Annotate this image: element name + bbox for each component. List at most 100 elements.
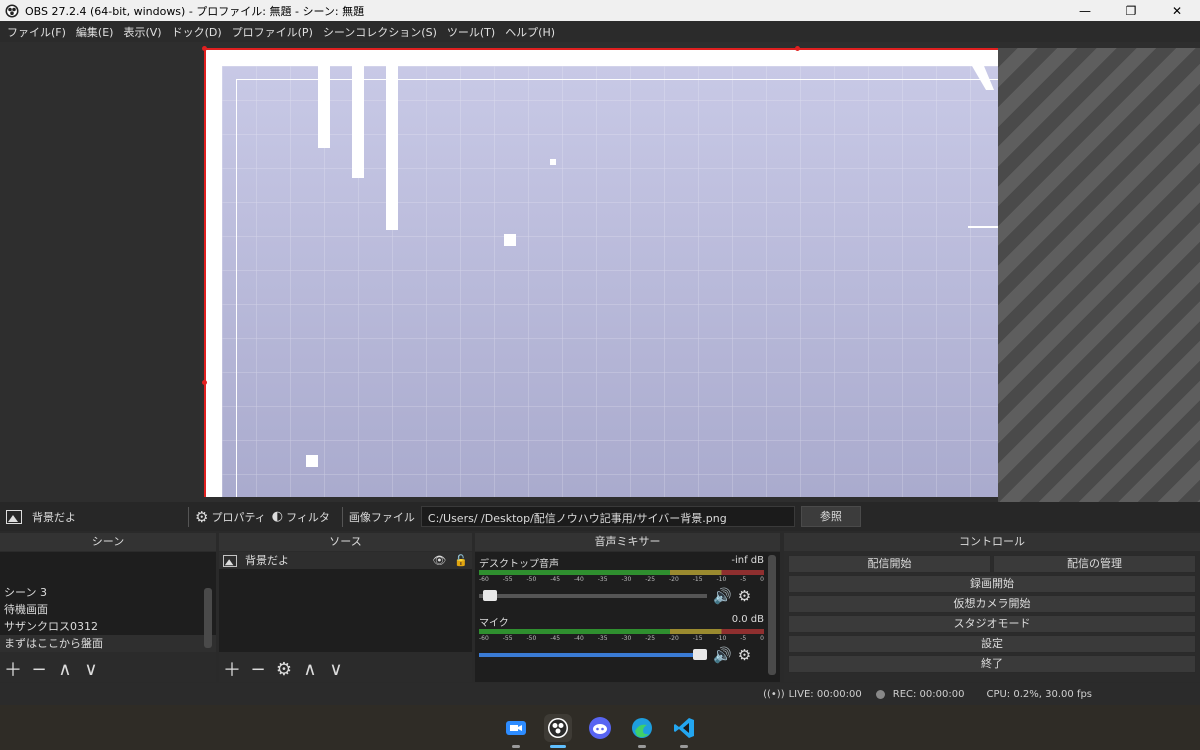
menu-file[interactable]: ファイル(F): [2, 24, 71, 40]
image-path-field[interactable]: C:/Users/ /Desktop/配信ノウハウ記事用/サイバー背景.png: [420, 506, 795, 527]
start-virtual-camera-button[interactable]: 仮想カメラ開始: [788, 595, 1196, 613]
move-scene-up-button[interactable]: ∧: [56, 659, 74, 680]
gear-icon[interactable]: ⚙: [738, 587, 751, 605]
divider: [341, 506, 343, 527]
source-properties-button[interactable]: ⚙: [275, 659, 293, 680]
scene-item[interactable]: シーン 3: [0, 584, 216, 601]
mixer-channel-mic: マイク 0.0 dB -60 -55 -50 -45 -40 -35 -30 -25 -20 -1…: [479, 614, 764, 664]
remove-source-button[interactable]: −: [249, 659, 267, 680]
record-dot-icon: [875, 689, 885, 699]
gear-icon[interactable]: ⚙: [738, 646, 751, 664]
channel-name: デスクトップ音声: [479, 559, 559, 570]
volume-fader[interactable]: [479, 590, 707, 601]
volume-fader[interactable]: [479, 649, 707, 660]
eye-icon[interactable]: 👁: [432, 552, 446, 569]
channel-name: マイク: [479, 618, 509, 629]
tick: -30: [621, 576, 632, 583]
menu-tools[interactable]: ツール(T): [442, 24, 500, 40]
studio-mode-button[interactable]: スタジオモード: [788, 615, 1196, 633]
browse-button[interactable]: 参照: [800, 506, 861, 527]
image-source-icon: [6, 509, 22, 524]
speaker-icon[interactable]: 🔊: [713, 587, 732, 605]
audio-mixer-dock: 音声ミキサー デスクトップ音声 -inf dB -60 -55 -50 -45 -40-…: [475, 533, 780, 682]
taskbar: [0, 705, 1200, 750]
lock-icon[interactable]: 🔓: [454, 552, 468, 569]
move-source-down-button[interactable]: ∨: [327, 659, 345, 680]
background-image: [222, 66, 998, 497]
obs-icon[interactable]: [544, 713, 572, 748]
background-frame-line: [236, 79, 998, 497]
background-square: [550, 159, 556, 165]
add-source-button[interactable]: ＋: [223, 660, 241, 681]
tick: -10: [716, 635, 727, 642]
mixer-channel-desktop: デスクトップ音声 -inf dB -60 -55 -50 -45 -40 -35 -30 -2…: [479, 555, 764, 605]
background-bar: [352, 66, 364, 178]
scene-item[interactable]: 待機画面: [0, 601, 216, 618]
start-recording-button[interactable]: 録画開始: [788, 575, 1196, 593]
move-source-up-button[interactable]: ∧: [301, 659, 319, 680]
tick: -45: [550, 635, 561, 642]
resize-handle[interactable]: [202, 380, 207, 385]
fader-knob[interactable]: [483, 590, 498, 601]
volume-meter: [479, 629, 764, 634]
restore-button[interactable]: ❐: [1108, 0, 1154, 21]
image-source-icon: [223, 554, 237, 567]
source-item[interactable]: 背景だよ 👁 🔓: [219, 552, 472, 569]
tick: -15: [692, 576, 703, 583]
menu-scene-collection[interactable]: シーンコレクション(S): [318, 24, 442, 40]
mixer-body: デスクトップ音声 -inf dB -60 -55 -50 -45 -40 -35 -30 -2…: [475, 552, 780, 682]
menu-view[interactable]: 表示(V): [118, 24, 166, 40]
resize-handle[interactable]: [202, 46, 207, 51]
move-scene-down-button[interactable]: ∨: [82, 659, 100, 680]
speaker-icon[interactable]: 🔊: [713, 646, 732, 664]
start-streaming-button[interactable]: 配信開始: [788, 555, 991, 573]
scenes-dock: シーン シーン 3 待機画面 サザンクロス0312 まずはここから盤面 ＋ − …: [0, 533, 216, 682]
scenes-list-spacer: [0, 552, 216, 584]
remove-scene-button[interactable]: −: [30, 659, 48, 680]
preview-out-of-bounds: [998, 48, 1200, 502]
fader-knob[interactable]: [693, 649, 707, 660]
preview-canvas[interactable]: [204, 48, 998, 497]
menu-profile[interactable]: プロファイル(P): [227, 24, 318, 40]
menu-docks[interactable]: ドック(D): [167, 24, 227, 40]
sources-dock: ソース 背景だよ 👁 🔓 ＋ − ⚙ ∧ ∨: [219, 533, 472, 682]
sources-dock-title: ソース: [219, 533, 472, 551]
minimize-button[interactable]: —: [1062, 0, 1108, 21]
preview-area[interactable]: [0, 42, 1200, 502]
title-bar: OBS 27.2.4 (64-bit, windows) - プロファイル: 無…: [0, 0, 1200, 21]
tick: -60: [479, 576, 489, 583]
edge-icon[interactable]: [628, 714, 656, 748]
menu-help[interactable]: ヘルプ(H): [500, 24, 560, 40]
properties-button[interactable]: ⚙ プロパティ: [195, 508, 266, 526]
mixer-scrollbar[interactable]: [768, 555, 776, 675]
settings-button[interactable]: 設定: [788, 635, 1196, 653]
tick: -45: [550, 576, 561, 583]
discord-icon[interactable]: [586, 714, 614, 742]
tick: 0: [760, 576, 764, 583]
tick: -50: [526, 576, 537, 583]
meter-ticks: -60 -55 -50 -45 -40 -35 -30 -25 -20 -15 -10 -5 0: [479, 576, 764, 583]
scene-item[interactable]: サザンクロス0312: [0, 618, 216, 635]
add-scene-button[interactable]: ＋: [4, 660, 22, 681]
background-line: [968, 226, 998, 228]
window-title: OBS 27.2.4 (64-bit, windows) - プロファイル: 無…: [25, 4, 365, 18]
tick: -5: [740, 576, 747, 583]
tick: -40: [574, 635, 584, 642]
menu-edit[interactable]: 編集(E): [71, 24, 119, 40]
vscode-icon[interactable]: [670, 714, 698, 748]
tick: -5: [740, 635, 747, 642]
scene-item[interactable]: まずはここから盤面: [0, 635, 216, 652]
scenes-scrollbar[interactable]: [204, 588, 212, 648]
tick: -15: [692, 635, 703, 642]
resize-handle[interactable]: [795, 46, 800, 51]
close-button[interactable]: ✕: [1154, 0, 1200, 21]
tick: -10: [716, 576, 727, 583]
background-slash: [972, 66, 994, 90]
zoom-icon[interactable]: [502, 714, 530, 748]
cpu-status: CPU: 0.2%, 30.00 fps: [986, 688, 1092, 700]
properties-label: プロパティ: [211, 510, 266, 524]
manage-stream-button[interactable]: 配信の管理: [993, 555, 1196, 573]
tick: 0: [760, 635, 764, 642]
exit-button[interactable]: 終了: [788, 655, 1196, 673]
filters-button[interactable]: ◐ フィルタ: [272, 509, 330, 525]
